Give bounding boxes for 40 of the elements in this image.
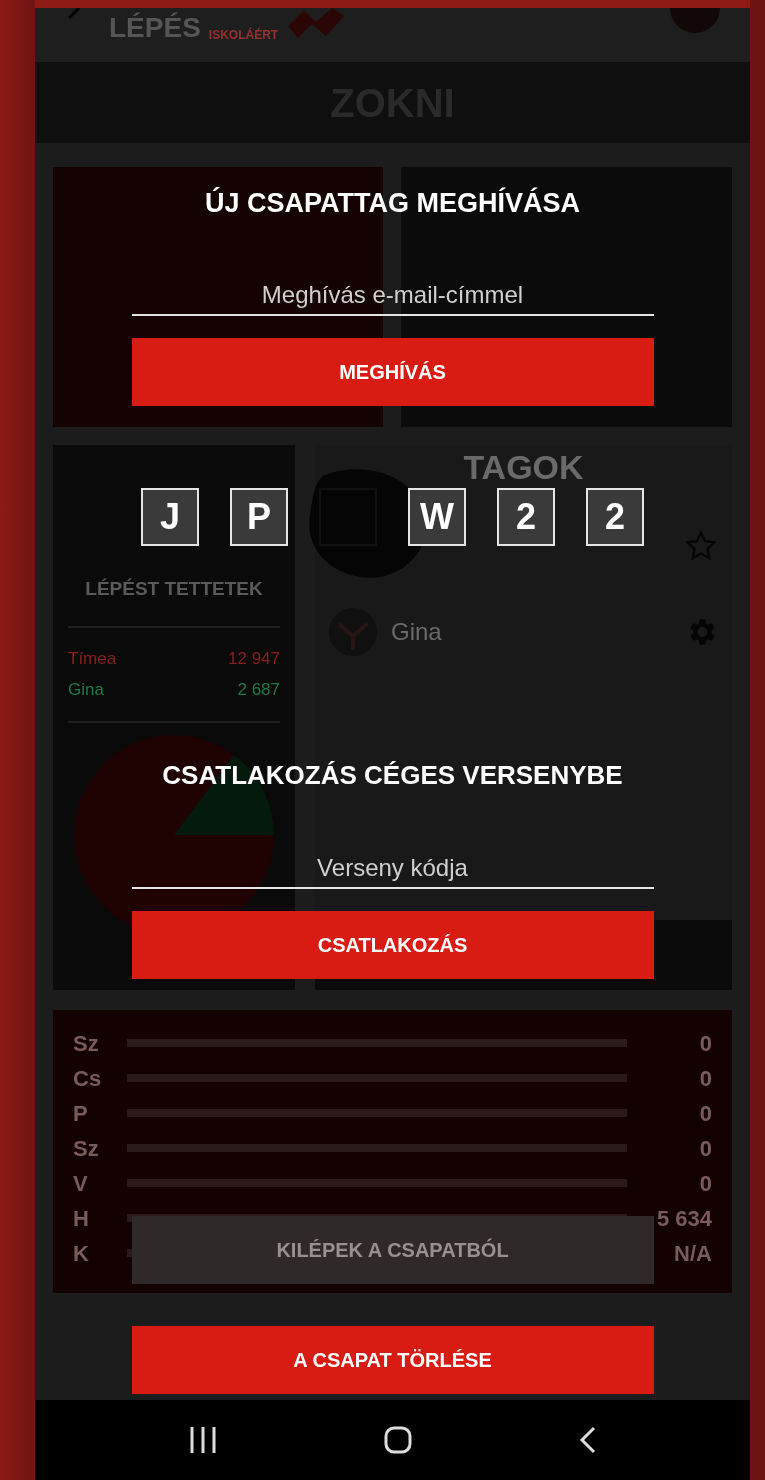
join-button[interactable]: CSATLAKOZÁS: [131, 911, 654, 979]
avatar-icon: [329, 608, 377, 656]
email-field[interactable]: Meghívás e-mail-címmel: [131, 276, 654, 316]
stat-label: Sz: [73, 1134, 100, 1163]
stat-value: 0: [698, 1099, 712, 1128]
member-steps: 12 947: [228, 645, 280, 671]
stat-value: 0: [698, 1169, 712, 1198]
member-name: Tímea: [68, 647, 117, 670]
competition-title: CSATLAKOZÁS CÉGES VERSENYBE: [162, 761, 623, 789]
stage-caption: LÉPÉST TETTETEK: [84, 577, 264, 601]
recent-apps-icon[interactable]: [188, 1427, 217, 1453]
back-icon[interactable]: [578, 1426, 597, 1454]
stat-value: 5 634: [655, 1204, 712, 1233]
code-character: W: [408, 488, 466, 546]
stat-label: P: [73, 1099, 89, 1128]
logo-subtext: ISKOLÁÉRT: [208, 28, 279, 42]
members-title: TAGOK: [462, 447, 585, 487]
home-icon[interactable]: [383, 1426, 412, 1454]
stat-value: 0: [698, 1064, 712, 1093]
action-button[interactable]: KILÉPEK A CSAPATBÓL: [131, 1216, 654, 1284]
code-character: P: [230, 488, 288, 546]
competition-code-field[interactable]: Verseny kódja: [131, 849, 654, 889]
logo-mark-icon: [286, 8, 347, 38]
stat-label: V: [73, 1169, 89, 1198]
stat-value: N/A: [673, 1239, 712, 1268]
stat-label: K: [73, 1239, 90, 1268]
member-name: Gina: [68, 679, 104, 701]
code-character: J: [141, 488, 199, 546]
invite-title: ÚJ CSAPATTAG MEGHÍVÁSA: [205, 188, 580, 218]
member-name: Gina: [391, 617, 442, 647]
stat-value: 0: [698, 1134, 712, 1163]
code-character: 2: [497, 488, 555, 546]
member-steps: 2 687: [237, 677, 280, 703]
stat-value: 0: [698, 1029, 712, 1058]
invite-button[interactable]: MEGHÍVÁS: [131, 338, 654, 406]
stat-label: H: [73, 1204, 90, 1233]
action-button[interactable]: A CSAPAT TÖRLÉSE: [131, 1326, 654, 1394]
code-character: 2: [586, 488, 644, 546]
stat-label: Sz: [73, 1029, 100, 1058]
stat-label: Cs: [73, 1064, 103, 1093]
